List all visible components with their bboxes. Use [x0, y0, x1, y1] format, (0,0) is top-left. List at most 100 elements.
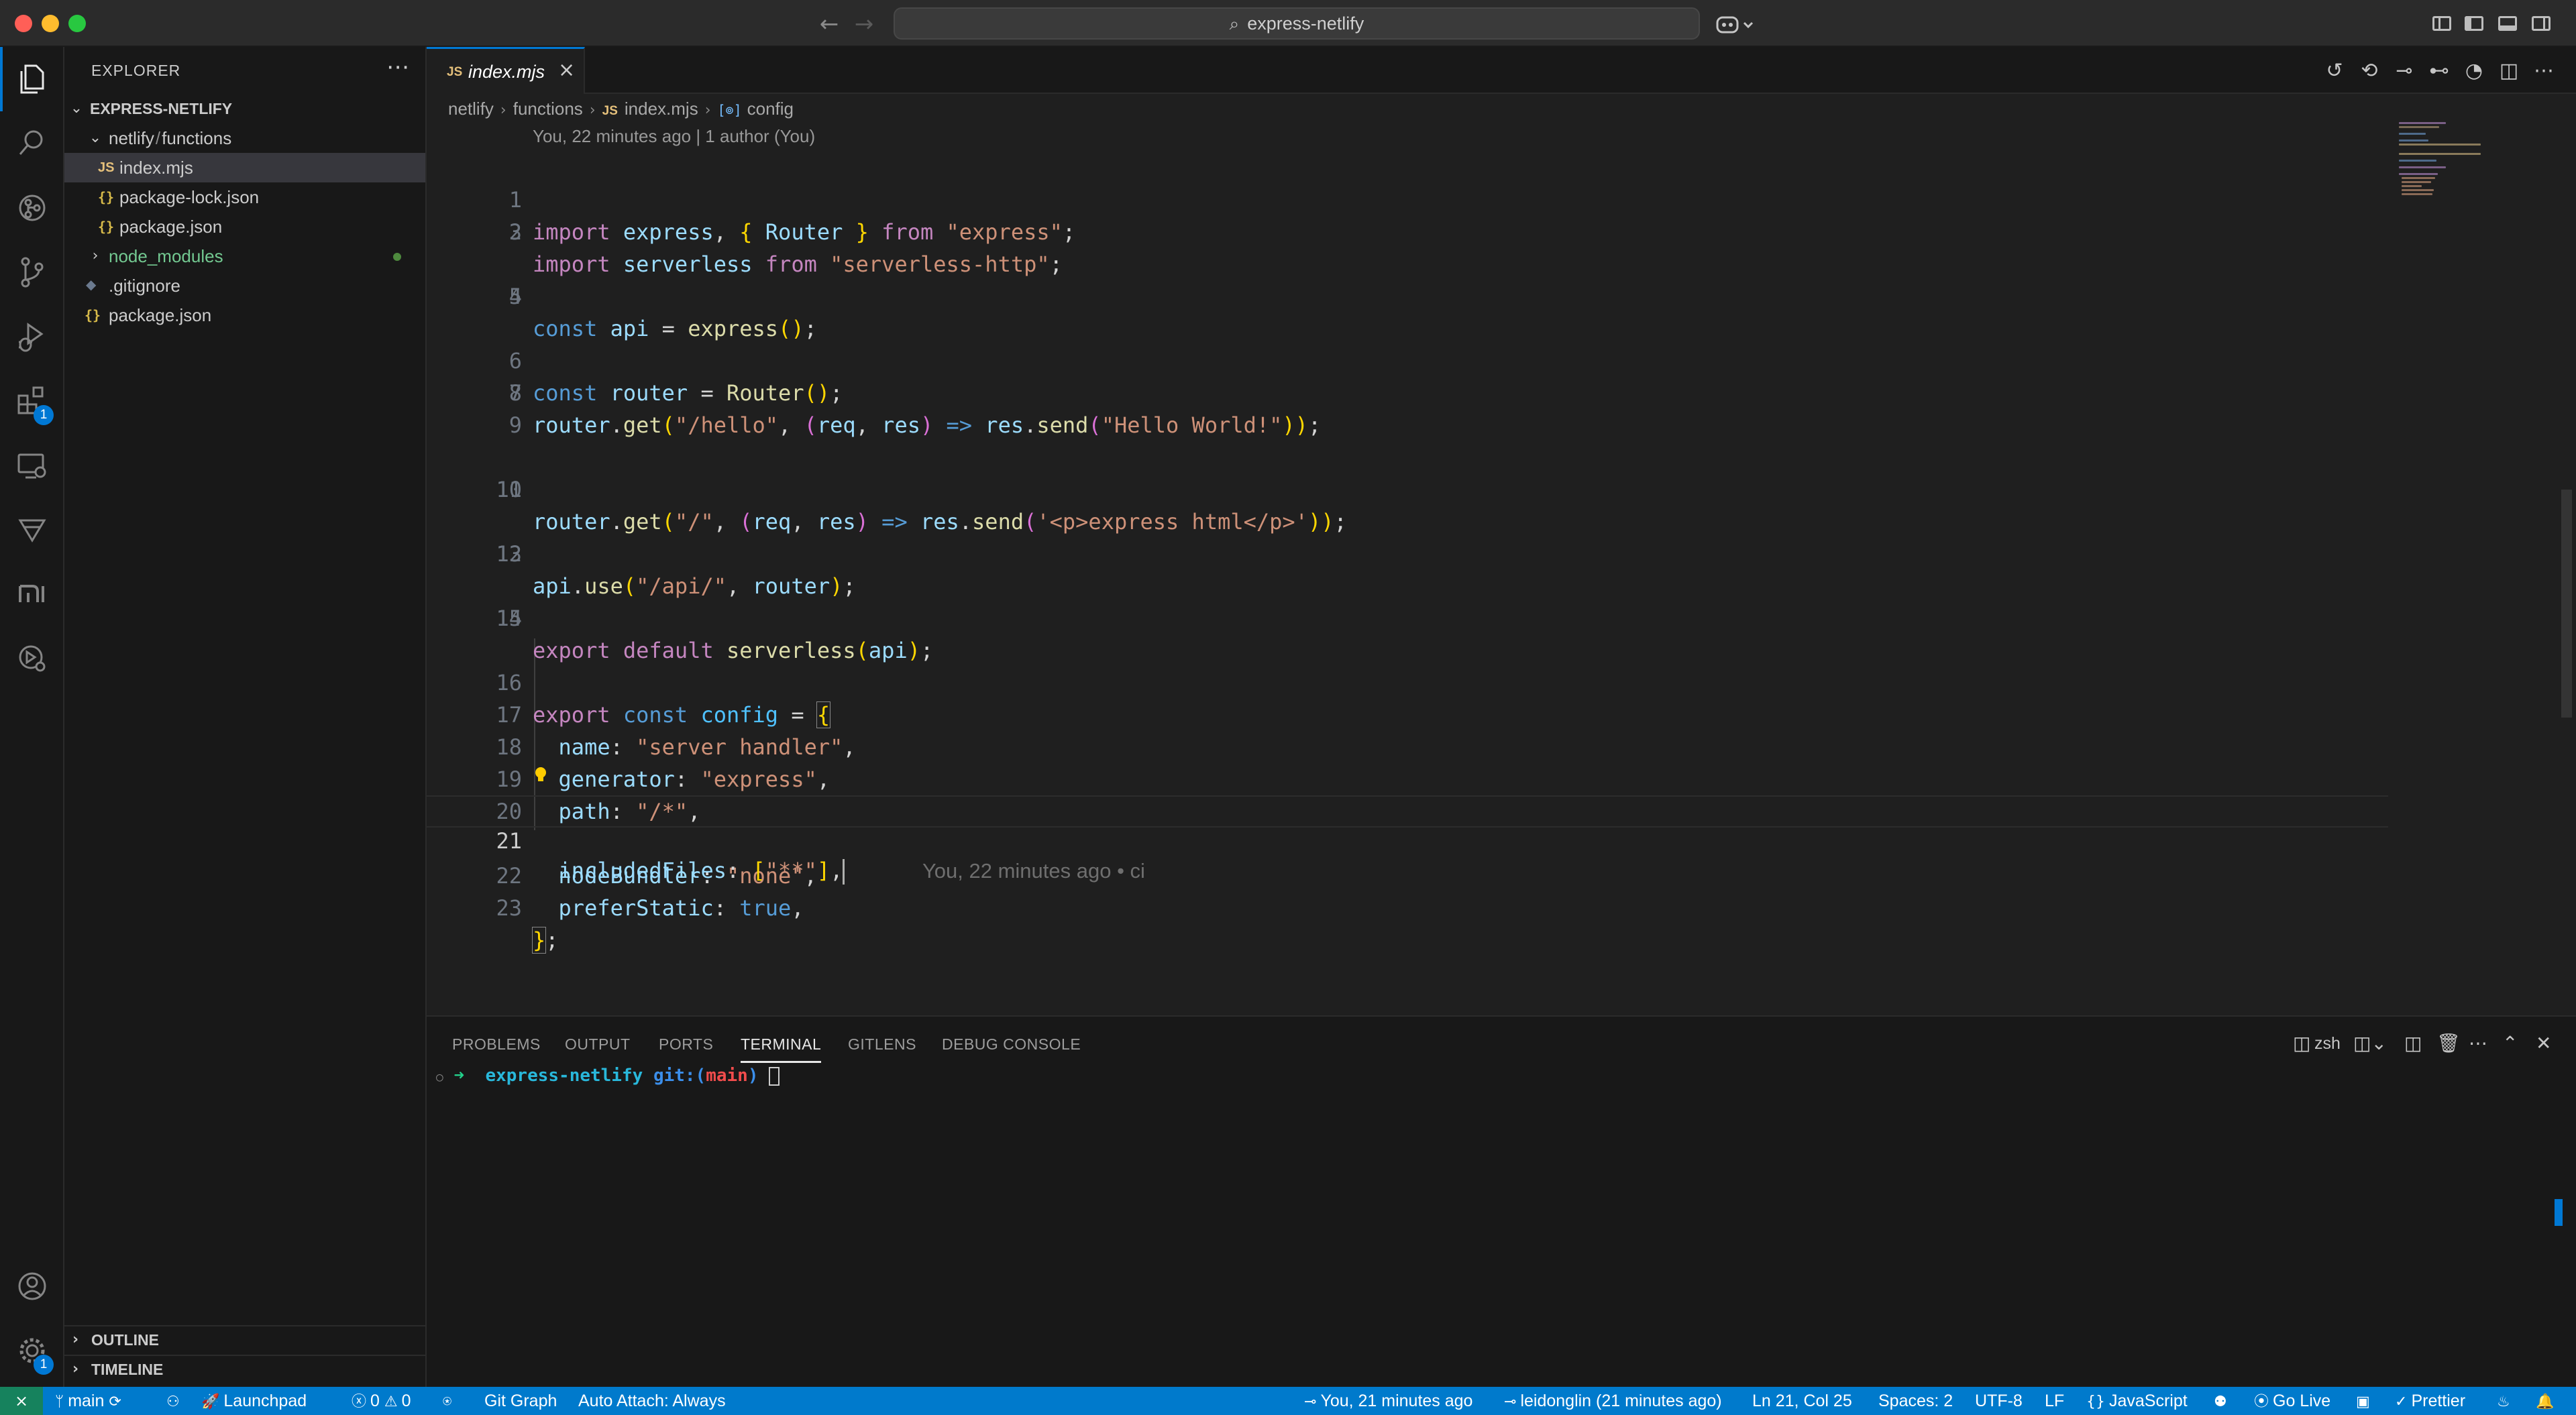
tree-file-index-mjs[interactable]: JS index.mjs	[64, 153, 425, 182]
netlify-icon[interactable]	[0, 498, 64, 562]
more-actions-icon[interactable]: ⋯	[2469, 1031, 2487, 1056]
status-auto-attach[interactable]: Auto Attach: Always	[578, 1387, 726, 1415]
command-center-label: express-netlify	[1247, 13, 1364, 34]
source-control-icon[interactable]	[0, 240, 64, 304]
tab-debug-console[interactable]: DEBUG CONSOLE	[942, 1035, 1081, 1054]
status-prettier[interactable]: ✓ Prettier	[2395, 1387, 2465, 1415]
accounts-icon[interactable]	[0, 1254, 64, 1318]
file-history-icon[interactable]: ↺	[2321, 59, 2348, 83]
window-minimize-button[interactable]	[42, 15, 59, 32]
workspace-root[interactable]: ⌄ EXPRESS-NETLIFY	[64, 94, 425, 123]
status-copilot-icon[interactable]: ⚉	[2214, 1387, 2231, 1415]
window-maximize-button[interactable]	[68, 15, 86, 32]
json-file-icon: {}	[85, 307, 101, 323]
status-go-live[interactable]: ⦿ Go Live	[2254, 1387, 2330, 1415]
forward-arrow-icon[interactable]: →	[849, 9, 879, 39]
docker-debug-icon[interactable]	[0, 626, 64, 691]
split-terminal-icon[interactable]: ◫	[2404, 1031, 2422, 1056]
tab-output[interactable]: OUTPUT	[565, 1035, 631, 1054]
status-run-icon[interactable]: ⍟	[443, 1387, 455, 1415]
tree-file-package-json-inner[interactable]: {} package.json	[64, 212, 425, 241]
json-file-icon: {}	[98, 189, 115, 205]
terminal-scrollbar[interactable]	[2555, 1199, 2563, 1226]
run-debug-icon[interactable]	[0, 304, 64, 369]
tree-file-package-lock[interactable]: {} package-lock.json	[64, 182, 425, 212]
code-line: 6 const router = Router();	[508, 348, 843, 406]
toggle-panel-icon[interactable]	[2496, 12, 2520, 35]
command-center-search[interactable]: ⌕ express-netlify	[894, 7, 1700, 40]
close-icon[interactable]: ×	[558, 58, 575, 82]
maximize-panel-icon[interactable]: ⌃	[2502, 1031, 2518, 1056]
terminal-output[interactable]: ○ ➜ express-netlify git:(main)	[436, 1062, 780, 1091]
gitlens-inspect-icon[interactable]: ◔	[2461, 59, 2487, 83]
customize-layout-icon[interactable]	[2430, 12, 2454, 35]
status-cursor-position[interactable]: Ln 21, Col 25	[1752, 1387, 1852, 1415]
gitlens-icon[interactable]	[0, 176, 64, 240]
remote-indicator-icon[interactable]: ⨯	[0, 1387, 43, 1415]
notifications-bell-icon[interactable]: 🔔	[2536, 1387, 2558, 1415]
window-close-button[interactable]	[15, 15, 32, 32]
breadcrumb-config[interactable]: config	[747, 97, 794, 121]
split-editor-icon[interactable]: ◫	[2496, 59, 2522, 83]
more-actions-icon[interactable]: ⋯	[386, 54, 409, 80]
tab-terminal[interactable]: TERMINAL	[741, 1035, 822, 1063]
tree-folder-node-modules[interactable]: › node_modules	[64, 241, 425, 271]
status-indentation[interactable]: Spaces: 2	[1878, 1387, 1953, 1415]
next-revision-icon[interactable]: ⊷	[2426, 59, 2453, 83]
breadcrumb-functions[interactable]: functions	[513, 97, 583, 121]
lightbulb-icon[interactable]	[535, 767, 546, 782]
status-eol[interactable]: LF	[2045, 1387, 2064, 1415]
settings-gear-icon[interactable]: 1	[0, 1318, 64, 1383]
status-git-graph[interactable]: Git Graph	[484, 1387, 557, 1415]
remote-explorer-icon[interactable]	[0, 433, 64, 498]
status-language[interactable]: {} JavaScript	[2086, 1387, 2188, 1415]
open-changes-icon[interactable]: ⟲	[2356, 59, 2383, 83]
terminal-shell-name[interactable]: zsh	[2314, 1031, 2341, 1056]
toggle-secondary-sidebar-icon[interactable]	[2529, 12, 2553, 35]
new-terminal-icon[interactable]: ◫⌄	[2353, 1031, 2387, 1056]
search-icon[interactable]	[0, 111, 64, 176]
timeline-section[interactable]: › TIMELINE	[64, 1355, 425, 1383]
toggle-primary-sidebar-icon[interactable]	[2462, 12, 2486, 35]
tree-file-gitignore[interactable]: ◆ .gitignore	[64, 271, 425, 300]
close-panel-icon[interactable]: ✕	[2536, 1031, 2551, 1056]
status-flame-icon[interactable]: ♨	[2497, 1387, 2514, 1415]
code-line: 15	[496, 606, 522, 631]
tab-ports[interactable]: PORTS	[659, 1035, 713, 1054]
more-actions-icon[interactable]: ⋯	[2530, 59, 2557, 83]
minimap[interactable]	[2399, 118, 2486, 199]
code-line: 10 router.get("/", (req, res) => res.sen…	[496, 477, 1347, 534]
explorer-title: EXPLORER	[91, 62, 181, 79]
error-icon: ⓧ	[352, 1394, 367, 1410]
breadcrumb-netlify[interactable]: netlify	[448, 97, 494, 121]
status-author[interactable]: ⊸ leidonglin (21 minutes ago)	[1504, 1387, 1722, 1415]
breadcrumb-index-mjs[interactable]: index.mjs	[625, 97, 698, 121]
status-launchpad[interactable]: 🚀 Launchpad	[201, 1387, 307, 1415]
javascript-file-icon: JS	[447, 65, 463, 79]
status-gitlens-icon[interactable]: ⚇	[166, 1387, 184, 1415]
copilot-icon[interactable]	[1715, 12, 1759, 36]
tree-file-package-json-root[interactable]: {} package.json	[64, 300, 425, 330]
outline-section[interactable]: › OUTLINE	[64, 1325, 425, 1353]
tab-index-mjs[interactable]: JS index.mjs ×	[427, 47, 585, 94]
xiaomi-icon[interactable]	[0, 562, 64, 626]
code-line: 19 path: "/*",	[496, 767, 701, 824]
trash-icon[interactable]: 🗑	[2436, 1031, 2461, 1056]
extensions-icon[interactable]: 1	[0, 369, 64, 433]
tree-folder-netlify-functions[interactable]: ⌄ netlify/functions	[64, 123, 425, 153]
status-encoding[interactable]: UTF-8	[1975, 1387, 2023, 1415]
status-blame[interactable]: ⊸ You, 21 minutes ago	[1304, 1387, 1472, 1415]
explorer-icon[interactable]	[0, 47, 64, 111]
editor-scrollbar[interactable]	[2557, 94, 2576, 1019]
status-problems[interactable]: ⓧ 0 ⚠ 0	[352, 1387, 411, 1415]
code-line: 11	[496, 477, 522, 502]
back-arrow-icon[interactable]: ←	[814, 9, 844, 39]
status-branch[interactable]: ᛘ main ⟳	[55, 1387, 125, 1415]
double-check-icon: ✓	[2395, 1394, 2408, 1410]
bottom-panel: PROBLEMS OUTPUT PORTS TERMINAL GITLENS D…	[427, 1015, 2576, 1387]
code-editor[interactable]: 1 import express, { Router } from "expre…	[427, 135, 2388, 1011]
tab-gitlens[interactable]: GITLENS	[848, 1035, 916, 1054]
previous-revision-icon[interactable]: ⊸	[2391, 59, 2418, 83]
status-xiaomi-icon[interactable]: ▣	[2356, 1387, 2374, 1415]
tab-problems[interactable]: PROBLEMS	[452, 1035, 541, 1054]
